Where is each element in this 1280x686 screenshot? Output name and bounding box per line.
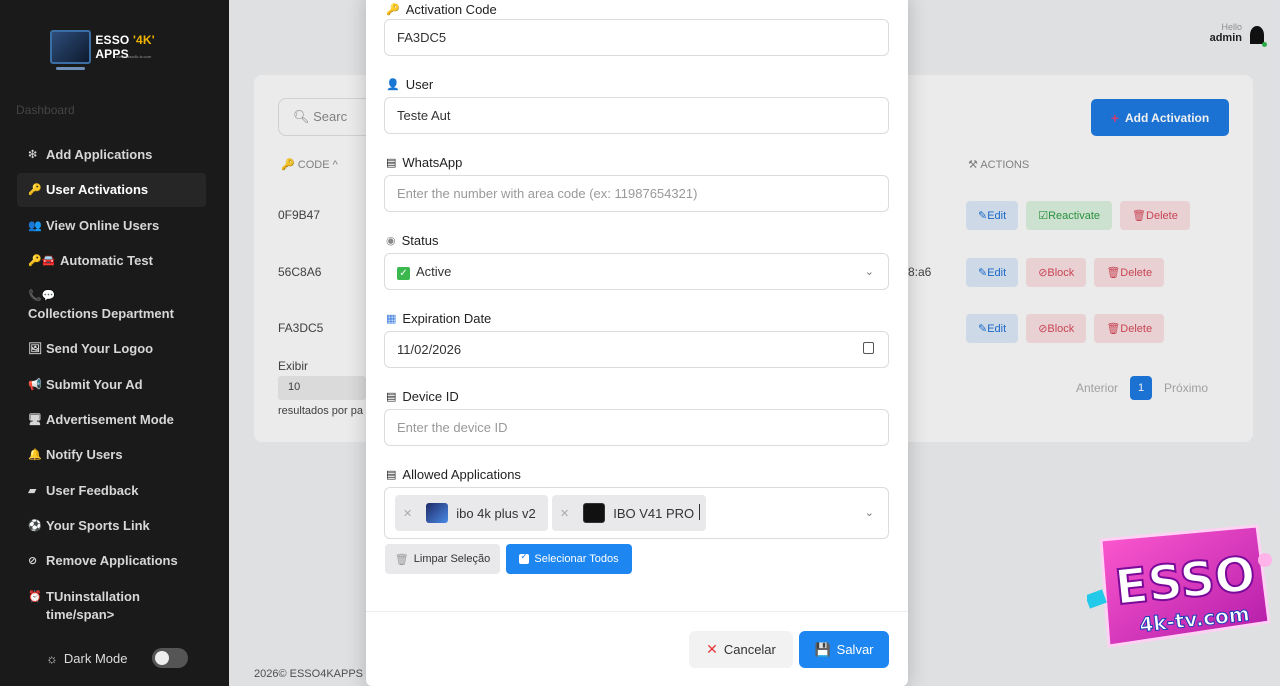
dark-mode-label: Dark Mode <box>63 650 128 666</box>
sidebar-item-label: Notify Users <box>46 447 123 463</box>
allowed-applications-label: ▤ Allowed Applications <box>386 467 521 482</box>
key-car-icon: 🔑🚘 <box>28 254 56 267</box>
calendar-icon: ▦ <box>386 313 397 325</box>
activation-code-label: 🔑 Activation Code <box>386 2 497 17</box>
sidebar-item-sports-link[interactable]: ⚽ Your Sports Link <box>17 509 206 543</box>
tv-logo-icon <box>50 30 92 70</box>
remove-tag-icon[interactable]: ✕ <box>403 507 412 520</box>
whatsapp-label: ▤ WhatsApp <box>386 155 463 170</box>
phone-icon: ▤ <box>386 157 397 169</box>
save-button[interactable]: 💾 Salvar <box>799 631 889 668</box>
sidebar: ESSO '4K' APPS www.esso4k-tv.com Dashboa… <box>0 0 229 686</box>
sidebar-item-label: User Activations <box>46 182 149 198</box>
status-select[interactable]: ✓ Active ⌄ <box>384 253 889 290</box>
sidebar-item-label: Submit Your Ad <box>46 376 143 392</box>
check-icon: ✓ <box>397 267 410 280</box>
sidebar-item-view-online-users[interactable]: 👥 View Online Users <box>17 209 206 243</box>
users-icon: 👥 <box>28 219 42 232</box>
chevron-down-icon[interactable]: ⌄ <box>865 506 874 519</box>
sidebar-item-user-activations[interactable]: 🔑 User Activations <box>17 173 206 208</box>
sidebar-item-label: Send Your Logoo <box>46 341 154 357</box>
sun-icon: ☼ <box>46 650 58 666</box>
monitor-icon: 🖥 <box>28 414 42 427</box>
app-logo-image <box>426 503 449 523</box>
device-id-label: ▤ Device ID <box>386 389 459 404</box>
sidebar-item-label: Your Sports Link <box>46 517 150 533</box>
esso-4k-tv-badge[interactable]: ESSO 4k-tv.com <box>1087 522 1275 650</box>
text-caret <box>699 504 700 520</box>
edit-activation-modal: 🔑 Activation Code FA3DC5 👤 User Teste Aut … <box>366 0 908 686</box>
floppy-disk-icon: 💾 <box>814 641 831 657</box>
megaphone-icon: 📢 <box>28 378 42 391</box>
sidebar-item-label: Add Applications <box>46 147 153 162</box>
sidebar-item-label: Automatic Test <box>60 252 153 268</box>
device-icon: ▤ <box>386 391 397 403</box>
prohibited-icon: ⊘ <box>28 555 38 568</box>
app-tag: ✕ IBO V41 PRO <box>552 495 707 531</box>
dark-mode-control: ☼ Dark Mode <box>46 648 188 668</box>
user-label: 👤 User <box>386 77 434 92</box>
activation-code-field[interactable]: FA3DC5 <box>384 19 889 56</box>
sidebar-dashboard-heading[interactable]: Dashboard <box>16 103 75 117</box>
logo-title-a: ESSO <box>95 33 133 47</box>
key-icon: 🔑 <box>28 184 42 197</box>
user-icon: 👤 <box>386 79 400 91</box>
allowed-applications-select[interactable]: ✕ ibo 4k plus v2 ✕ IBO V41 PRO ⌄ <box>384 487 889 539</box>
logo-subtitle: www.esso4k-tv.com <box>116 54 152 59</box>
brand-logo[interactable]: ESSO '4K' APPS www.esso4k-tv.com <box>50 26 185 70</box>
feedback-icon: ▰ <box>28 484 37 497</box>
sidebar-item-automatic-test[interactable]: 🔑🚘 Automatic Test <box>17 244 206 278</box>
select-all-button[interactable]: Selecionar Todos <box>506 544 632 574</box>
device-id-field[interactable]: Enter the device ID <box>384 409 889 446</box>
key-icon: 🔑 <box>386 4 400 16</box>
remove-tag-icon[interactable]: ✕ <box>560 507 569 520</box>
sidebar-menu: ❇ Add Applications 🔑 User Activations 👥 Vie… <box>17 138 206 633</box>
sidebar-item-send-logo[interactable]: 🖼 Send Your Logoo <box>17 332 206 366</box>
sidebar-item-submit-ad[interactable]: 📢 Submit Your Ad <box>17 368 206 402</box>
logo-title-b: '4K' <box>133 33 155 47</box>
whatsapp-field[interactable]: Enter the number with area code (ex: 119… <box>384 175 889 212</box>
sidebar-item-label: Advertisement Mode <box>46 412 174 428</box>
app-tag: ✕ ibo 4k plus v2 <box>395 495 548 531</box>
trash-icon: 🗑︎ <box>394 553 409 566</box>
checkbox-icon <box>519 551 530 564</box>
ball-icon: ⚽ <box>28 519 42 532</box>
close-icon: ✕ <box>706 641 718 657</box>
sidebar-item-user-feedback[interactable]: ▰ User Feedback <box>17 474 206 508</box>
phone-chat-icon: 📞💬 <box>28 290 56 303</box>
calendar-picker-icon[interactable] <box>863 342 874 354</box>
bell-icon: 🔔 <box>28 449 42 462</box>
chevron-down-icon: ⌄ <box>864 266 874 278</box>
status-label: ◉ Status <box>386 233 439 248</box>
modal-footer-divider <box>366 611 908 612</box>
radio-icon: ◉ <box>386 235 396 247</box>
sidebar-item-remove-applications[interactable]: ⊘ Remove Applications <box>17 544 206 578</box>
sidebar-item-label: Remove Applications <box>46 553 178 569</box>
alarm-clock-icon: ⏰ <box>28 590 42 603</box>
apps-icon: ▤ <box>386 469 397 481</box>
expiration-date-field[interactable]: 11/02/2026 <box>384 331 889 368</box>
app-logo-image <box>583 503 606 523</box>
image-icon: 🖼 <box>28 343 42 356</box>
sidebar-item-label: User Feedback <box>46 482 139 498</box>
sidebar-item-advertisement-mode[interactable]: 🖥 Advertisement Mode <box>17 403 206 437</box>
sidebar-item-add-applications[interactable]: ❇ Add Applications <box>17 138 206 172</box>
sidebar-item-uninstallation-time[interactable]: ⏰ TUninstallation time/span> <box>17 580 206 632</box>
expiration-date-label: ▦ Expiration Date <box>386 311 492 326</box>
sidebar-item-label: TUninstallation time/span> <box>46 588 140 622</box>
cancel-button[interactable]: ✕ Cancelar <box>689 631 793 668</box>
dark-mode-toggle[interactable] <box>151 648 188 668</box>
sidebar-item-collections-department[interactable]: 📞💬 Collections Department <box>17 279 206 331</box>
user-field[interactable]: Teste Aut <box>384 97 889 134</box>
sidebar-item-label: View Online Users <box>46 217 160 233</box>
sidebar-item-label: Collections Department <box>28 306 174 322</box>
sidebar-item-notify-users[interactable]: 🔔 Notify Users <box>17 438 206 472</box>
sparkle-icon: ❇ <box>28 149 38 161</box>
clear-selection-button[interactable]: 🗑︎ Limpar Seleção <box>385 544 500 574</box>
